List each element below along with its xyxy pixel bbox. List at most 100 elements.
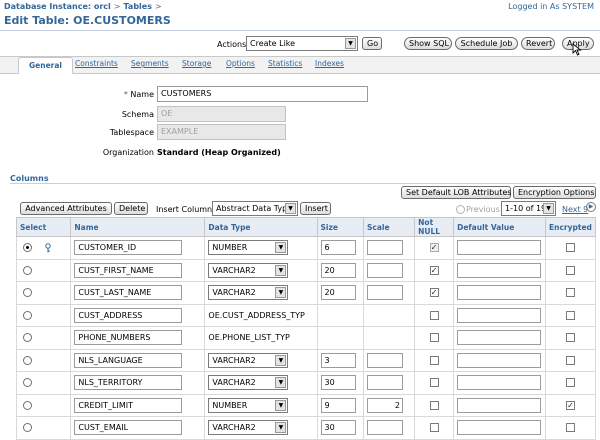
select-cell <box>15 371 72 395</box>
default-value-field[interactable] <box>457 420 542 436</box>
column-name-field[interactable]: CREDIT_LIMIT <box>74 397 183 413</box>
size-field[interactable]: 6 <box>320 240 356 256</box>
size-field[interactable]: 20 <box>320 262 356 278</box>
data-type-select[interactable]: VARCHAR2 ▼ <box>208 262 289 278</box>
column-name-field[interactable]: CUSTOMER_ID <box>74 240 183 256</box>
scale-field[interactable] <box>367 420 404 436</box>
default-value-field[interactable] <box>457 285 542 301</box>
column-name-field[interactable]: PHONE_NUMBERS <box>74 330 183 346</box>
encrypted-checkbox[interactable] <box>566 423 575 433</box>
insert-type-select[interactable]: Abstract Data Type ▼ <box>212 201 298 216</box>
page-title: Edit Table: OE.CUSTOMERS <box>4 14 171 27</box>
default-value-field[interactable] <box>457 397 542 413</box>
next-arrow-icon[interactable]: ▶ <box>586 202 596 212</box>
default-value-field[interactable] <box>457 375 542 391</box>
scale-field[interactable] <box>367 285 404 301</box>
column-name-field[interactable]: CUST_FIRST_NAME <box>74 262 183 278</box>
not-null-cell <box>414 303 455 327</box>
name-field[interactable]: CUSTOMERS <box>157 86 368 102</box>
go-button[interactable]: Go <box>362 37 382 50</box>
data-type-select[interactable]: VARCHAR2 ▼ <box>208 285 289 301</box>
not-null-checkbox[interactable] <box>429 310 439 320</box>
row-select-radio[interactable] <box>23 288 32 298</box>
encryption-options-button[interactable]: Encryption Options <box>513 186 596 199</box>
encrypted-checkbox[interactable] <box>566 310 575 320</box>
data-type-select[interactable]: NUMBER ▼ <box>208 397 289 413</box>
encrypted-cell <box>545 326 596 350</box>
encrypted-checkbox[interactable] <box>566 333 575 343</box>
not-null-checkbox[interactable]: ✓ <box>429 288 439 298</box>
not-null-checkbox[interactable] <box>429 423 439 433</box>
tab-statistics[interactable]: Statistics <box>268 59 302 68</box>
encrypted-checkbox[interactable] <box>566 288 575 298</box>
column-name-field[interactable]: NLS_LANGUAGE <box>74 352 183 368</box>
tab-options[interactable]: Options <box>226 59 255 68</box>
not-null-checkbox[interactable] <box>429 355 439 365</box>
actions-select[interactable]: Create Like ▼ <box>246 36 358 51</box>
scale-field[interactable] <box>367 352 404 368</box>
select-cell <box>15 348 72 372</box>
select-cell <box>15 258 72 282</box>
row-select-radio[interactable] <box>23 423 32 433</box>
row-select-radio[interactable] <box>23 265 32 275</box>
default-value-field[interactable] <box>457 352 542 368</box>
scale-field[interactable] <box>367 262 404 278</box>
not-null-checkbox[interactable] <box>429 378 439 388</box>
tab-constraints[interactable]: Constraints <box>75 59 118 68</box>
next-link[interactable]: Next 9 <box>562 205 588 214</box>
scale-field[interactable] <box>367 375 404 391</box>
default-value-field[interactable] <box>457 240 542 256</box>
data-type-cell: OE.CUST_ADDRESS_TYP <box>204 303 318 327</box>
row-select-radio[interactable] <box>23 400 32 410</box>
encrypted-checkbox[interactable] <box>566 355 575 365</box>
revert-button[interactable]: Revert <box>521 37 555 50</box>
size-field[interactable]: 30 <box>320 375 356 391</box>
encrypted-checkbox[interactable] <box>566 378 575 388</box>
not-null-checkbox[interactable] <box>429 400 439 410</box>
schedule-job-button[interactable]: Schedule Job <box>455 37 518 50</box>
encrypted-cell <box>545 416 596 440</box>
data-type-select[interactable]: VARCHAR2 ▼ <box>208 352 289 368</box>
size-field[interactable]: 20 <box>320 285 356 301</box>
column-name-field[interactable]: CUST_EMAIL <box>74 420 183 436</box>
column-name-field[interactable]: NLS_TERRITORY <box>74 375 183 391</box>
row-select-radio[interactable] <box>23 310 32 320</box>
page-range-select[interactable]: 1-10 of 19 ▼ <box>501 201 556 216</box>
advanced-attributes-button[interactable]: Advanced Attributes <box>20 202 112 215</box>
data-type-select[interactable]: VARCHAR2 ▼ <box>208 375 289 391</box>
encrypted-checkbox[interactable]: ✓ <box>566 400 575 410</box>
default-value-field[interactable] <box>457 330 542 346</box>
column-name-field[interactable]: CUST_LAST_NAME <box>74 285 183 301</box>
tab-storage[interactable]: Storage <box>182 59 211 68</box>
row-select-radio[interactable] <box>23 333 32 343</box>
size-field[interactable]: 9 <box>320 397 356 413</box>
scale-field[interactable] <box>367 240 404 256</box>
column-name-field[interactable]: CUST_ADDRESS <box>74 307 183 323</box>
scale-field[interactable]: 2 <box>367 397 404 413</box>
breadcrumb-tables-link[interactable]: Tables <box>124 2 152 11</box>
not-null-checkbox[interactable] <box>429 333 439 343</box>
data-type-select[interactable]: VARCHAR2 ▼ <box>208 420 289 436</box>
key-icon <box>45 243 51 253</box>
size-field[interactable]: 3 <box>320 352 356 368</box>
set-default-lob-button[interactable]: Set Default LOB Attributes <box>401 186 511 199</box>
show-sql-button[interactable]: Show SQL <box>404 37 452 50</box>
data-type-cell: VARCHAR2 ▼ <box>204 348 318 372</box>
delete-button[interactable]: Delete <box>114 202 148 215</box>
not-null-checkbox[interactable]: ✓ <box>429 265 439 275</box>
tab-indexes[interactable]: Indexes <box>315 59 344 68</box>
encrypted-checkbox[interactable] <box>566 243 575 253</box>
insert-button[interactable]: Insert <box>300 202 331 215</box>
default-value-field[interactable] <box>457 262 542 278</box>
default-value-field[interactable] <box>457 307 542 323</box>
tab-segments[interactable]: Segments <box>131 59 169 68</box>
data-type-select[interactable]: NUMBER ▼ <box>208 240 289 256</box>
row-select-radio[interactable] <box>23 378 32 388</box>
not-null-checkbox: ✓ <box>429 243 439 253</box>
tab-general[interactable]: General <box>18 57 73 74</box>
row-select-radio[interactable] <box>23 243 32 253</box>
row-select-radio[interactable] <box>23 355 32 365</box>
breadcrumb-instance-link[interactable]: Database Instance: orcl <box>4 2 111 11</box>
encrypted-checkbox[interactable] <box>566 265 575 275</box>
size-field[interactable]: 30 <box>320 420 356 436</box>
